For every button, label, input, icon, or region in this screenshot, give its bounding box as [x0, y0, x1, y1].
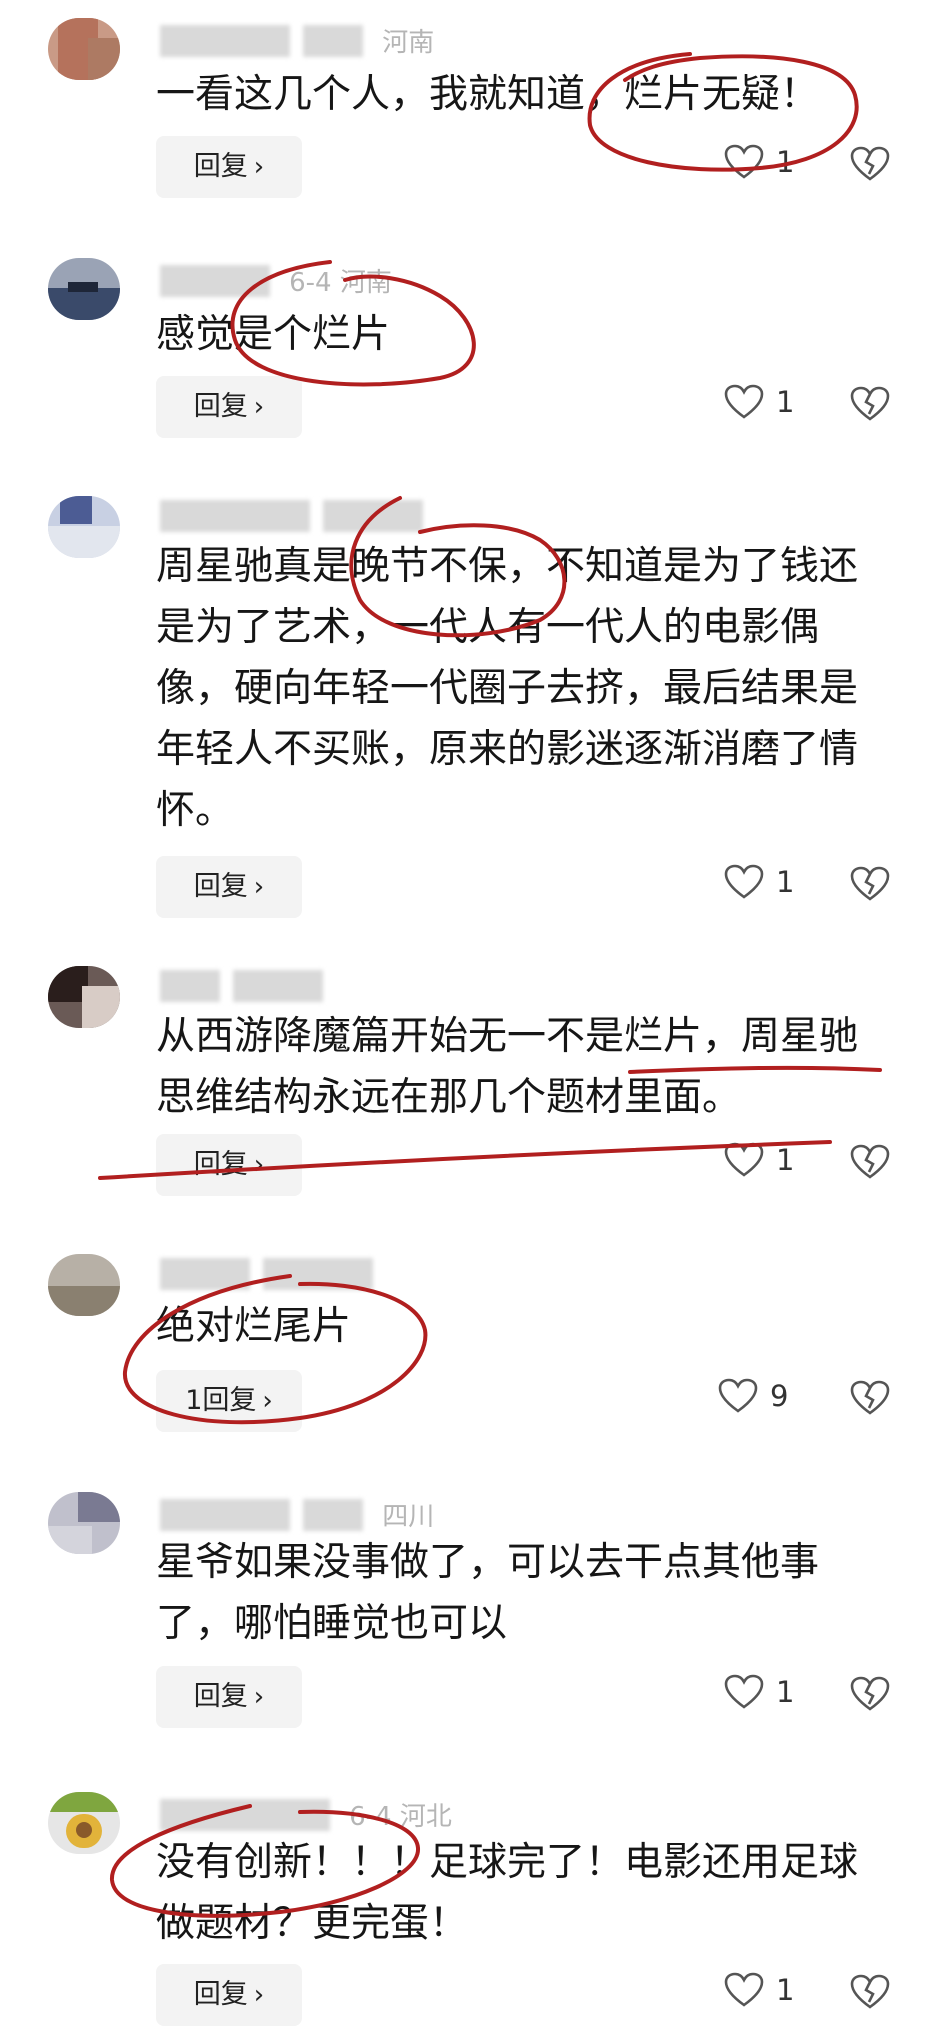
chevron-right-icon: ›	[253, 1150, 265, 1180]
like-count: 9	[770, 1379, 789, 1413]
avatar[interactable]	[48, 1792, 120, 1854]
chevron-right-icon: ›	[262, 1386, 273, 1416]
like-button[interactable]: 1	[724, 384, 794, 430]
comment-text: 绝对烂尾片	[156, 1304, 352, 1349]
dislike-button[interactable]	[850, 386, 890, 426]
date-blurred	[233, 970, 324, 1002]
username-blurred[interactable]	[160, 1258, 250, 1290]
comment-meta	[160, 1258, 392, 1294]
reply-label: 回复	[193, 1681, 248, 1712]
heart-outline-icon	[718, 1378, 758, 1413]
dislike-button[interactable]	[850, 1380, 890, 1420]
username-blurred[interactable]	[160, 24, 290, 57]
comment-meta: 河南	[160, 22, 434, 58]
like-button[interactable]: 1	[724, 1972, 794, 2018]
comment-text: 感觉是个烂片	[156, 312, 391, 357]
reply-button[interactable]: 回复 ›	[156, 1666, 302, 1728]
broken-heart-icon	[850, 1676, 890, 1711]
reply-button[interactable]: 回复 ›	[156, 1964, 302, 2026]
heart-outline-icon	[724, 864, 764, 899]
reply-button[interactable]: 回复 ›	[156, 136, 302, 198]
like-button[interactable]: 1	[724, 1142, 794, 1188]
like-count: 1	[776, 1675, 795, 1709]
broken-heart-icon	[850, 1380, 890, 1415]
location-label: 6-4 河北	[349, 1802, 452, 1832]
comment-meta	[160, 500, 442, 536]
date-blurred	[263, 1258, 374, 1290]
broken-heart-icon	[850, 1974, 890, 2009]
comment-text: 星爷如果没事做了，可以去干点其他事了，哪怕睡觉也可以	[156, 1540, 820, 1646]
dislike-button[interactable]	[850, 146, 890, 186]
like-button[interactable]: 1	[724, 864, 794, 910]
chevron-right-icon: ›	[253, 1682, 265, 1712]
like-button[interactable]: 1	[724, 144, 794, 190]
reply-label: 回复	[193, 1149, 248, 1180]
username-blurred[interactable]	[160, 970, 220, 1002]
like-count: 1	[776, 385, 795, 419]
heart-outline-icon	[724, 144, 764, 179]
comment-text: 从西游降魔篇开始无一不是烂片，周星驰思维结构永远在那几个题材里面。	[156, 1014, 859, 1120]
like-count: 1	[776, 1143, 795, 1177]
chevron-right-icon: ›	[253, 872, 265, 902]
heart-outline-icon	[724, 1674, 764, 1709]
heart-outline-icon	[724, 1142, 764, 1177]
comment-text: 一看这几个人，我就知道，烂片无疑！	[156, 72, 820, 117]
reply-label: 回复	[193, 151, 248, 182]
like-button[interactable]: 9	[718, 1378, 788, 1424]
heart-outline-icon	[724, 384, 764, 419]
username-blurred[interactable]	[160, 500, 310, 532]
comment-text: 周星驰真是晚节不保，不知道是为了钱还是为了艺术，一代人有一代人的电影偶像，硬向年…	[156, 544, 859, 833]
dislike-button[interactable]	[850, 1144, 890, 1184]
like-count: 1	[776, 865, 795, 899]
username-blurred[interactable]	[160, 1498, 290, 1531]
location-label: 四川	[382, 1502, 435, 1532]
reply-button[interactable]: 回复 ›	[156, 856, 302, 918]
avatar[interactable]	[48, 1492, 120, 1554]
comment-meta: 6-4 河北	[160, 1796, 452, 1832]
location-label: 河南	[382, 28, 435, 58]
broken-heart-icon	[850, 1144, 890, 1179]
reply-button[interactable]: 回复 ›	[156, 1134, 302, 1196]
like-button[interactable]: 1	[724, 1674, 794, 1720]
heart-outline-icon	[724, 1972, 764, 2007]
location-label: 6-4 河南	[289, 268, 392, 298]
like-count: 1	[776, 1973, 795, 2007]
avatar[interactable]	[48, 1254, 120, 1316]
reply-button[interactable]: 回复 ›	[156, 376, 302, 438]
comment-meta: 四川	[160, 1496, 434, 1532]
avatar[interactable]	[48, 18, 120, 80]
reply-label: 1回复	[185, 1385, 257, 1416]
avatar[interactable]	[48, 496, 120, 558]
chevron-right-icon: ›	[253, 152, 265, 182]
date-blurred	[323, 500, 424, 532]
comment-meta: 6-4 河南	[160, 262, 392, 298]
broken-heart-icon	[850, 866, 890, 901]
chevron-right-icon: ›	[253, 392, 265, 422]
reply-button[interactable]: 1回复 ›	[156, 1370, 302, 1432]
avatar[interactable]	[48, 258, 120, 320]
dislike-button[interactable]	[850, 1676, 890, 1716]
dislike-button[interactable]	[850, 1974, 890, 2014]
reply-label: 回复	[193, 1979, 248, 2010]
reply-label: 回复	[193, 871, 248, 902]
chevron-right-icon: ›	[253, 1980, 265, 2010]
date-blurred	[303, 1498, 364, 1531]
broken-heart-icon	[850, 146, 890, 181]
broken-heart-icon	[850, 386, 890, 421]
username-blurred[interactable]	[160, 1798, 330, 1831]
date-blurred	[303, 24, 364, 57]
comment-text: 没有创新！！！足球完了！电影还用足球做题材？更完蛋！	[156, 1840, 859, 1946]
avatar[interactable]	[48, 966, 120, 1028]
reply-label: 回复	[193, 391, 248, 422]
like-count: 1	[776, 145, 795, 179]
comment-meta	[160, 970, 342, 1006]
username-blurred[interactable]	[160, 264, 270, 297]
dislike-button[interactable]	[850, 866, 890, 906]
